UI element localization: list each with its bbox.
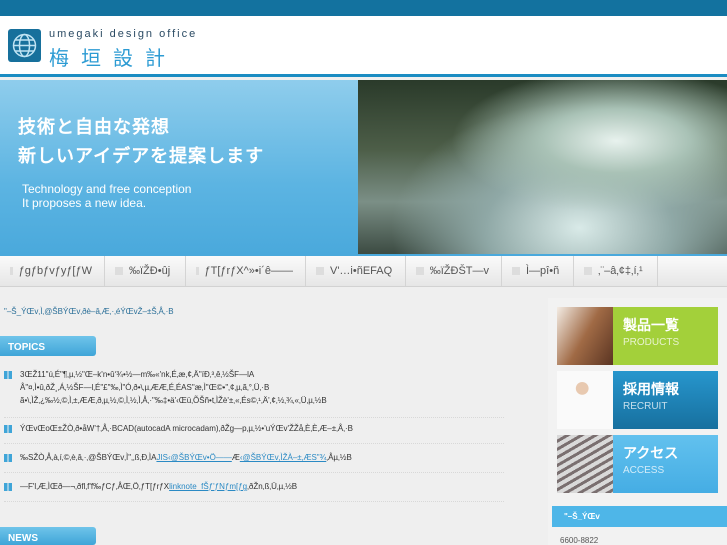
hero-banner: 技術と自由な発想 新しいアイデアを提案します Technology and fr…	[0, 80, 727, 254]
nav-label: ƒT[ƒrƒX^»•i´ê——	[204, 265, 293, 277]
nav-bullet-icon	[316, 267, 324, 275]
hero-subtitle-1: Technology and free conception	[22, 182, 192, 196]
hero-subtitle-2: It proposes a new idea.	[22, 196, 147, 210]
jis-handbook-link[interactable]: JIS‹@ŠBÝŒv•Ö——	[156, 453, 231, 462]
access-banner[interactable]: アクセス ACCESS	[557, 435, 718, 493]
postal-code: 6600-8822	[560, 536, 599, 545]
banner-title: 採用情報	[623, 381, 679, 397]
topic-line: 3ŒŽ11"ú‚É"¶‚µ‚½"Œ–k'n•û‘¾•½—m‰«'nk‚É‚æ‚¢…	[20, 370, 255, 379]
products-banner[interactable]: 製品一覧 PRODUCTS	[557, 307, 718, 365]
bullet-icon	[4, 483, 12, 491]
banner-title: アクセス	[623, 445, 679, 461]
sidebar: 製品一覧 PRODUCTS 採用情報 RECRUIT アクセス ACCESS "–Š_…	[548, 298, 727, 545]
intro-text: "–Š_ÝŒv‚Ì‚@ŠBÝŒv‚ðè–â‚Æ‚·‚éÝŒvŽ–±Š‚Å‚·B	[4, 307, 174, 316]
globe-icon[interactable]	[8, 29, 41, 62]
products-photo	[557, 307, 613, 365]
nav-services[interactable]: ƒT[ƒrƒX^»•i´ê——	[186, 256, 306, 286]
news-heading: NEWS	[0, 527, 96, 545]
nav-bullet-icon	[115, 267, 123, 275]
nav-label: Ì—pî•ñ	[526, 265, 560, 277]
nav-bullet-icon	[10, 267, 13, 275]
topic-text: ‰SŽÒ‚Å‚à‚í‚©‚è‚â‚·‚­@ŠBÝŒv‚Ì"‚‚ß‚Ð‚ÌA	[20, 453, 157, 462]
topic-text: —F'l‚Æ‚ÌŒð—¬‚ðfl‚f'f‰ƒCƒ‚ÅŒ‚Ö‚ƒT[ƒrƒX	[20, 482, 170, 491]
nav-label: ‚¨–â‚¢‡‚í‚¹	[598, 265, 643, 277]
topic-item: 3ŒŽ11"ú‚É"¶‚µ‚½"Œ–k'n•û‘¾•½—m‰«'nk‚É‚æ‚¢…	[4, 368, 504, 418]
access-photo	[557, 435, 613, 493]
nav-contact[interactable]: ‚¨–â‚¢‡‚í‚¹	[574, 256, 658, 286]
contact-heading: "–Š_ÝŒv	[552, 506, 727, 527]
nav-bullet-icon	[512, 267, 520, 275]
logo-text-jp[interactable]: 梅垣設計	[49, 42, 177, 71]
hero-headline-1: 技術と自由な発想	[18, 117, 170, 137]
hero-forest-photo	[358, 80, 727, 254]
bullet-icon	[4, 371, 12, 379]
top-bar	[0, 0, 727, 16]
topic-text: ‚Åµ‚½B	[326, 453, 352, 462]
topic-line: Å"¤‚Ì•û‚ðŽ¸‚Á‚½ŠF—l‚É"£"‰‚Ì"Ó‚ð•\‚µ‚ÆÆ‚É…	[20, 383, 270, 392]
nav-label: V'…i•ñEFAQ	[330, 265, 393, 277]
bullet-icon	[4, 454, 12, 462]
nav-label: ‰ïŽÐŠT—v	[429, 265, 489, 277]
topic-text: Æ	[231, 453, 240, 462]
logo-text-en[interactable]: umegaki design office	[49, 28, 197, 40]
recruit-photo	[557, 371, 613, 429]
bullet-icon	[4, 425, 12, 433]
topic-text: ‚ðŽn‚ß‚Ü‚µ‚½B	[247, 482, 298, 491]
main-nav: ƒgƒbƒvƒyƒ[ƒW ‰ïŽÐ•ûj ƒT[ƒrƒX^»•i´ê—— V'……	[0, 254, 727, 287]
nav-recruit[interactable]: Ì—pî•ñ	[502, 256, 574, 286]
banner-subtitle: RECRUIT	[623, 401, 668, 412]
hero-headline-2: 新しいアイデアを提案します	[18, 146, 265, 166]
topic-line: ã•\‚ÌŽ‚¿‰½‚©‚Ì‚±‚ÆÆ‚ð‚µ‚½‚©‚Ì‚½‚Ì‚Å‚·"‰‡…	[20, 396, 327, 405]
nav-label: ‰ïŽÐ•ûj	[129, 265, 171, 277]
nav-company[interactable]: ‰ïŽÐŠT—v	[406, 256, 502, 286]
nav-bullet-icon	[416, 267, 424, 275]
topic-item: —F'l‚Æ‚ÌŒð—¬‚ðfl‚f'f‰ƒCƒ‚ÅŒ‚Ö‚ƒT[ƒrƒXlin…	[4, 480, 504, 502]
banner-title: 製品一覧	[623, 317, 679, 333]
nav-label: ƒgƒbƒvƒyƒ[ƒW	[18, 265, 92, 277]
nav-policy[interactable]: ‰ïŽÐ•ûj	[105, 256, 186, 286]
topic-item: ‰SŽÒ‚Å‚à‚í‚©‚è‚â‚·‚­@ŠBÝŒv‚Ì"‚‚ß‚Ð‚ÌAJIS…	[4, 451, 504, 473]
recruit-banner[interactable]: 採用情報 RECRUIT	[557, 371, 718, 429]
header: umegaki design office 梅垣設計	[0, 16, 727, 77]
topic-item: ÝŒvŒoŒ±ŽÒ‚ð•åW'†‚Å‚·BCAD(autocadA microc…	[4, 422, 504, 444]
nav-news-faq[interactable]: V'…i•ñEFAQ	[306, 256, 406, 286]
nav-top[interactable]: ƒgƒbƒvƒyƒ[ƒW	[0, 256, 105, 286]
banner-subtitle: ACCESS	[623, 465, 665, 476]
banner-subtitle: PRODUCTS	[623, 337, 680, 348]
nav-bullet-icon	[584, 267, 592, 275]
design-practice-link[interactable]: ‹@ŠBÝŒv‚ÌŽÀ–±‚ÆS"¾	[240, 453, 326, 462]
topic-line: ÝŒvŒoŒ±ŽÒ‚ð•åW'†‚Å‚·BCAD(autocadA microc…	[20, 424, 353, 433]
nav-bullet-icon	[196, 267, 199, 275]
linknote-link[interactable]: linknote_fŠƒ'ƒNƒm[ƒg	[169, 482, 247, 491]
topics-heading: TOPICS	[0, 336, 96, 356]
